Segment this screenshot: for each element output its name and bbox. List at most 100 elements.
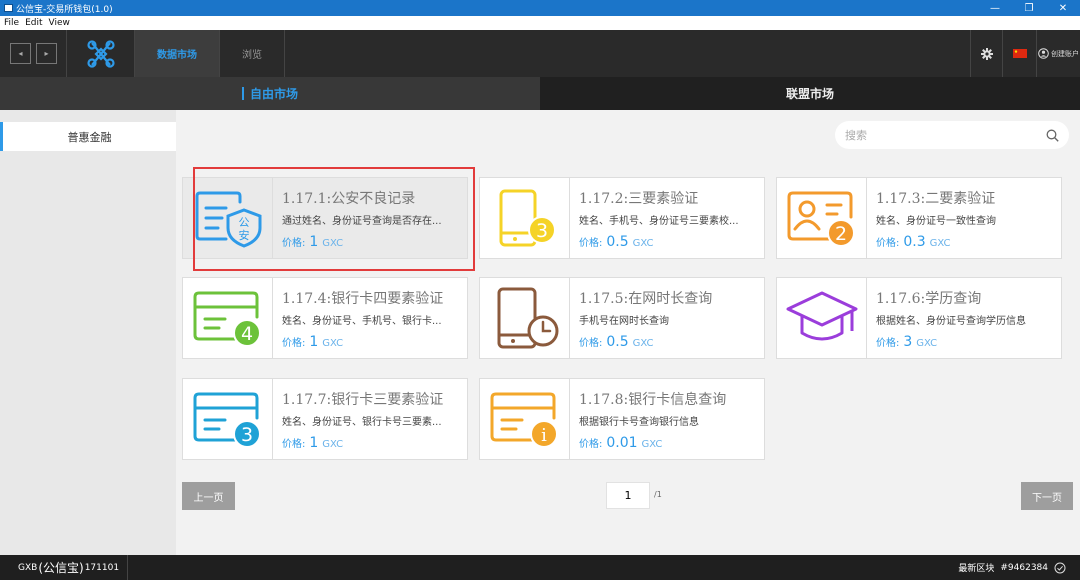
- status-bar: GXB (公信宝) 171101 最新区块 #9462384: [0, 555, 1080, 580]
- user-icon: [1038, 48, 1049, 59]
- card-title: 1.17.6:学历查询: [876, 291, 982, 307]
- price-value: 0.5: [606, 234, 629, 250]
- price-label: 价格:: [876, 338, 900, 349]
- minimize-button[interactable]: —: [978, 3, 1012, 14]
- tab-browse[interactable]: 浏览: [220, 30, 285, 77]
- search-icon[interactable]: [1046, 129, 1059, 142]
- card-title: 1.17.8:银行卡信息查询: [579, 392, 727, 408]
- price-label: 价格:: [579, 238, 603, 249]
- sidebar: 普惠金融: [0, 110, 176, 555]
- product-card-police-record[interactable]: 公 安 1.17.1:公安不良记录 通过姓名、身份证号查询是否存在... 价格:…: [182, 177, 468, 259]
- card-desc: 姓名、身份证号一致性查询: [876, 216, 996, 227]
- card-desc: 姓名、身份证号、银行卡号三要素...: [282, 417, 442, 428]
- card-price: 价格: 1 GXC: [282, 234, 467, 250]
- price-label: 价格:: [282, 338, 306, 349]
- card-desc: 根据姓名、身份证号查询学历信息: [876, 316, 1026, 327]
- china-flag-icon: [1012, 49, 1027, 58]
- close-button[interactable]: ✕: [1046, 3, 1080, 14]
- logo-icon: [86, 39, 115, 68]
- sidebar-item-inclusive-finance[interactable]: 普惠金融: [0, 122, 176, 151]
- wallet-name: (公信宝): [38, 561, 84, 575]
- product-card-education[interactable]: 1.17.6:学历查询 根据姓名、身份证号查询学历信息 价格: 3 GXC: [776, 277, 1062, 359]
- price-unit: GXC: [641, 439, 663, 450]
- tab-free-market[interactable]: 自由市场: [0, 77, 540, 110]
- price-unit: GXC: [322, 439, 344, 450]
- product-card-online-duration[interactable]: 1.17.5:在网时长查询 手机号在网时长查询 价格: 0.5 GXC: [479, 277, 765, 359]
- card-title: 1.17.5:在网时长查询: [579, 291, 713, 307]
- app-icon: [4, 4, 13, 12]
- price-value: 0.01: [606, 435, 638, 451]
- price-value: 0.3: [903, 234, 926, 250]
- badge-number: 3: [240, 424, 252, 446]
- menu-view[interactable]: View: [49, 18, 70, 28]
- card-desc: 姓名、身份证号、手机号、银行卡...: [282, 316, 442, 327]
- tab-free-market-label: 自由市场: [249, 87, 298, 101]
- currency-prefix: GXB: [18, 562, 38, 573]
- price-unit: GXC: [916, 338, 938, 349]
- price-unit: GXC: [929, 238, 951, 249]
- product-card-bank-three-factor[interactable]: 3 1.17.7:银行卡三要素验证 姓名、身份证号、银行卡号三要素... 价格:…: [182, 378, 468, 460]
- card-desc: 手机号在网时长查询: [579, 316, 669, 327]
- svg-text:安: 安: [238, 228, 249, 242]
- forward-button[interactable]: ▸: [36, 43, 57, 64]
- police-badge-icon: 公 安: [195, 191, 261, 248]
- account-button[interactable]: 创建账户: [1036, 30, 1080, 77]
- active-indicator: [241, 87, 244, 100]
- tab-data-market[interactable]: 数据市场: [135, 30, 220, 77]
- price-value: 1: [309, 435, 319, 451]
- prev-page-button[interactable]: 上一页: [182, 482, 235, 510]
- menu-bar: File Edit View: [0, 16, 1080, 30]
- search-box: [835, 121, 1069, 149]
- product-card-bank-info[interactable]: i 1.17.8:银行卡信息查询 根据银行卡号查询银行信息 价格: 0.01 G…: [479, 378, 765, 460]
- product-card-three-factor[interactable]: 3 1.17.2:三要素验证 姓名、手机号、身份证号三要素校... 价格: 0.…: [479, 177, 765, 259]
- price-unit: GXC: [322, 238, 344, 249]
- badge-number: i: [541, 425, 547, 446]
- graduation-cap-icon: [786, 291, 857, 341]
- next-page-button[interactable]: 下一页: [1021, 482, 1073, 510]
- id-card-two-icon: 2: [787, 191, 855, 247]
- app-logo[interactable]: [67, 30, 135, 77]
- card-title: 1.17.7:银行卡三要素验证: [282, 392, 444, 408]
- price-label: 价格:: [282, 439, 306, 450]
- account-label: 创建账户: [1051, 49, 1079, 58]
- bank-card-three-icon: 3: [193, 392, 261, 448]
- language-button[interactable]: [1002, 30, 1036, 77]
- card-title: 1.17.2:三要素验证: [579, 191, 699, 207]
- settings-button[interactable]: [970, 30, 1002, 77]
- menu-edit[interactable]: Edit: [25, 18, 42, 28]
- card-desc: 姓名、手机号、身份证号三要素校...: [579, 216, 739, 227]
- search-input[interactable]: [845, 128, 1046, 142]
- page-number-input[interactable]: [606, 482, 650, 509]
- bank-card-four-icon: 4: [193, 291, 261, 347]
- phone-three-icon: 3: [499, 189, 556, 247]
- price-value: 0.5: [606, 334, 629, 350]
- card-title: 1.17.1:公安不良记录: [282, 191, 416, 207]
- card-desc: 根据银行卡号查询银行信息: [579, 417, 699, 428]
- card-price: 价格: 1 GXC: [282, 435, 467, 451]
- badge-number: 2: [834, 223, 846, 245]
- price-label: 价格:: [579, 338, 603, 349]
- card-price: 价格: 0.5 GXC: [579, 234, 764, 250]
- price-value: 3: [903, 334, 913, 350]
- card-price: 价格: 0.01 GXC: [579, 435, 764, 451]
- top-nav: ◂ ▸ 数据市场 浏览 创建账户: [0, 30, 1080, 77]
- gear-icon: [980, 47, 993, 60]
- menu-file[interactable]: File: [4, 18, 19, 28]
- price-value: 1: [309, 234, 319, 250]
- page-total: /1: [654, 490, 662, 499]
- card-price: 价格: 0.3 GXC: [876, 234, 1061, 250]
- price-unit: GXC: [632, 338, 654, 349]
- price-unit: GXC: [632, 238, 654, 249]
- back-button[interactable]: ◂: [10, 43, 31, 64]
- card-desc: 通过姓名、身份证号查询是否存在...: [282, 216, 442, 227]
- card-price: 价格: 1 GXC: [282, 334, 467, 350]
- restore-button[interactable]: ❐: [1012, 3, 1046, 14]
- check-circle-icon: [1054, 562, 1066, 573]
- tab-alliance-market[interactable]: 联盟市场: [540, 77, 1080, 110]
- latest-block-label: 最新区块: [958, 564, 995, 574]
- price-unit: GXC: [322, 338, 344, 349]
- product-card-two-factor[interactable]: 2 1.17.3:二要素验证 姓名、身份证号一致性查询 价格: 0.3 GXC: [776, 177, 1062, 259]
- price-label: 价格:: [579, 439, 603, 450]
- card-price: 价格: 3 GXC: [876, 334, 1061, 350]
- product-card-bank-four-factor[interactable]: 4 1.17.4:银行卡四要素验证 姓名、身份证号、手机号、银行卡... 价格:…: [182, 277, 468, 359]
